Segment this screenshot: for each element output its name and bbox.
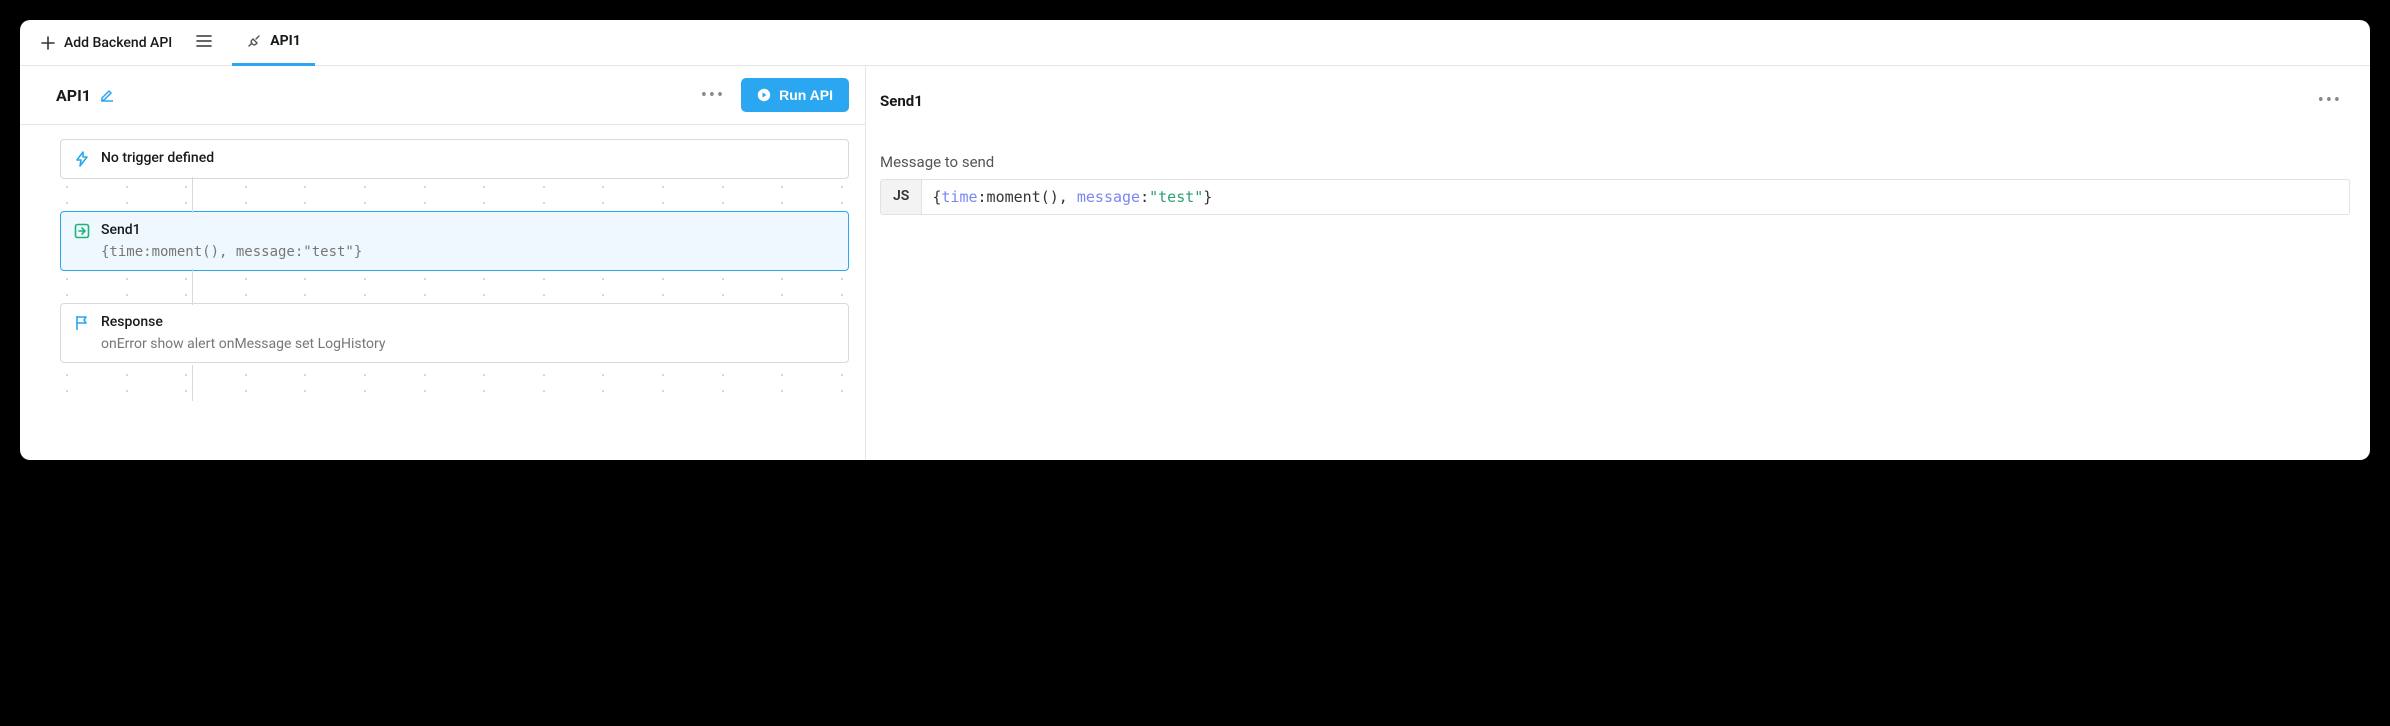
send-block[interactable]: Send1 {time:moment(), message:"test"} xyxy=(60,211,849,271)
tab-api1[interactable]: API1 xyxy=(232,20,315,66)
plug-icon xyxy=(246,33,262,49)
connector-dots xyxy=(60,179,849,195)
body: API1 ••• Run API xyxy=(20,66,2370,460)
connector-dots xyxy=(60,383,849,399)
send-icon xyxy=(73,222,91,240)
send-code-preview: {time:moment(), message:"test"} xyxy=(101,244,836,260)
edit-icon[interactable] xyxy=(99,87,115,103)
flag-icon xyxy=(73,314,91,332)
run-api-label: Run API xyxy=(779,87,833,103)
add-backend-api-button[interactable]: Add Backend API xyxy=(30,29,182,57)
connector-dots xyxy=(60,367,849,383)
top-bar: Add Backend API API1 xyxy=(20,20,2370,66)
add-backend-api-label: Add Backend API xyxy=(64,35,172,51)
bolt-icon xyxy=(73,150,91,168)
response-subtitle: onError show alert onMessage set LogHist… xyxy=(101,336,836,352)
code-input-row: JS {time:moment(), message:"test"} xyxy=(880,179,2350,215)
play-icon xyxy=(757,88,771,102)
message-field-label: Message to send xyxy=(880,153,2350,171)
send-title: Send1 xyxy=(101,222,836,238)
right-header: Send1 ••• xyxy=(880,86,2350,133)
connector-dots xyxy=(60,195,849,211)
trigger-block[interactable]: No trigger defined xyxy=(60,139,849,179)
response-block[interactable]: Response onError show alert onMessage se… xyxy=(60,303,849,363)
plus-icon xyxy=(40,35,56,51)
left-panel: API1 ••• Run API xyxy=(20,66,866,460)
api-list-button[interactable] xyxy=(188,28,220,58)
block-more-button[interactable]: ••• xyxy=(2310,86,2350,115)
block-detail-title: Send1 xyxy=(880,92,923,110)
api-name-title: API1 xyxy=(56,86,91,105)
flow-area: No trigger defined Send1 {time:m xyxy=(20,125,865,413)
run-api-button[interactable]: Run API xyxy=(741,78,849,112)
tab-label: API1 xyxy=(270,33,301,49)
message-code-input[interactable]: {time:moment(), message:"test"} xyxy=(922,180,2349,214)
connector-dots xyxy=(60,287,849,303)
connector-dots xyxy=(60,271,849,287)
trigger-title: No trigger defined xyxy=(101,150,836,166)
right-panel: Send1 ••• Message to send JS {time:momen… xyxy=(866,66,2370,460)
api-more-button[interactable]: ••• xyxy=(693,81,733,110)
js-toggle-badge[interactable]: JS xyxy=(881,180,922,214)
left-header: API1 ••• Run API xyxy=(20,66,865,125)
response-title: Response xyxy=(101,314,836,330)
app-window: Add Backend API API1 API1 ••• xyxy=(20,20,2370,460)
